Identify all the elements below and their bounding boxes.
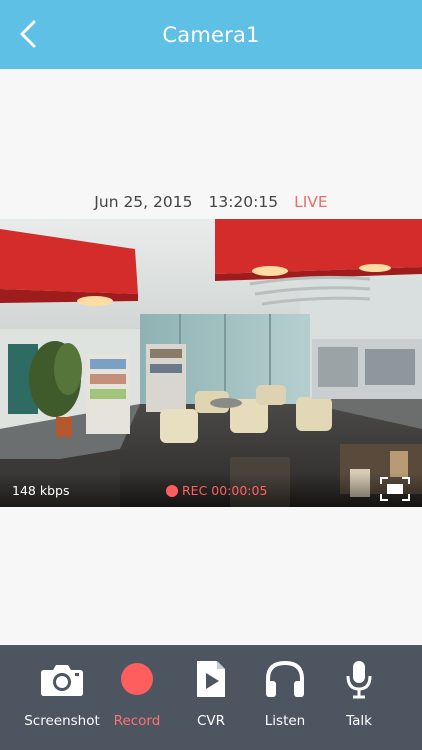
recording-dot-icon xyxy=(166,484,178,497)
listen-label: Listen xyxy=(264,713,306,729)
bitrate-label: 148 kbps xyxy=(12,483,70,498)
microphone-icon xyxy=(346,661,372,699)
top-bar: Camera1 xyxy=(0,0,422,69)
recording-indicator: REC 00:00:05 xyxy=(166,483,267,498)
record-icon xyxy=(121,663,153,695)
screenshot-label: Screenshot xyxy=(24,713,100,729)
camera-feed-image xyxy=(0,219,422,507)
recording-timer: REC 00:00:05 xyxy=(182,483,268,498)
cvr-label: CVR xyxy=(196,713,226,729)
bottom-toolbar: Screenshot Record CVR Listen Talk xyxy=(0,645,422,750)
video-player[interactable]: 148 kbps REC 00:00:05 xyxy=(0,219,422,507)
time-label: 13:20:15 xyxy=(208,193,279,211)
headphones-icon xyxy=(266,660,304,697)
play-file-icon xyxy=(197,661,225,697)
page-title: Camera1 xyxy=(162,22,260,47)
fullscreen-button[interactable] xyxy=(380,477,410,501)
talk-label: Talk xyxy=(346,713,372,729)
date-label: Jun 25, 2015 xyxy=(94,193,193,211)
fullscreen-icon xyxy=(380,477,410,501)
camera-icon xyxy=(41,665,83,696)
talk-button[interactable]: Talk xyxy=(314,645,404,750)
timestamp-bar: Jun 25, 2015 13:20:15 LIVE xyxy=(0,188,422,216)
live-badge: LIVE xyxy=(294,193,328,211)
record-label: Record xyxy=(113,713,161,729)
